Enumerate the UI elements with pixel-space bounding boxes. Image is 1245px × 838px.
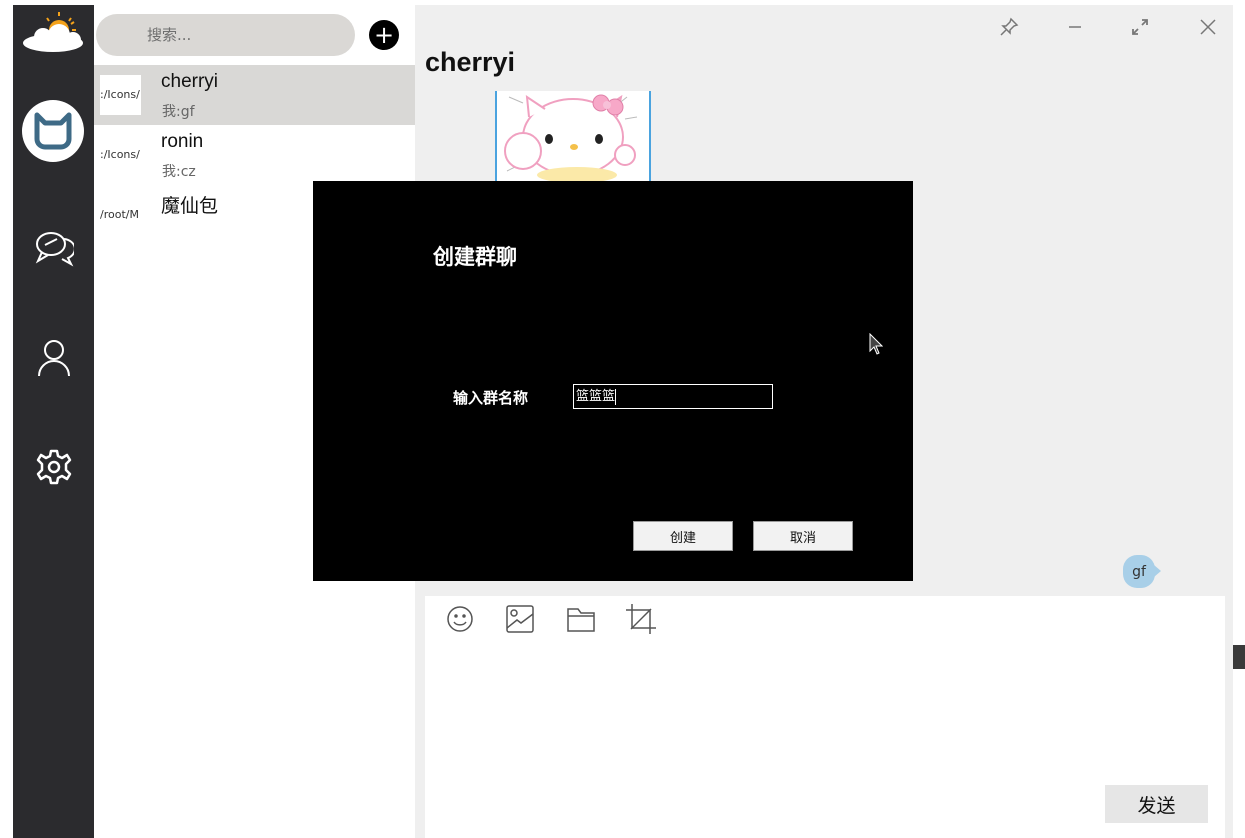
sidebar: [13, 5, 94, 838]
cancel-button[interactable]: 取消: [753, 521, 853, 551]
contact-name: cherryi: [161, 71, 219, 92]
add-button[interactable]: +: [369, 20, 399, 50]
emoji-icon[interactable]: [443, 602, 477, 636]
pin-icon[interactable]: [997, 15, 1021, 39]
contact-name: ronin: [161, 131, 204, 152]
contact-name: 魔仙包: [161, 196, 219, 217]
bubble-tail: [1154, 565, 1161, 577]
contact-avatar: :/Icons/: [100, 135, 141, 175]
minimize-icon[interactable]: [1063, 15, 1087, 39]
chat-icon[interactable]: [33, 227, 75, 269]
app-logo-icon: [34, 112, 72, 150]
dialog-title: 创建群聊: [433, 245, 517, 269]
crop-icon[interactable]: [624, 602, 658, 636]
text-caret: [615, 388, 617, 405]
scrollbar-handle[interactable]: [1233, 645, 1245, 669]
contact-preview: 我:gf: [162, 104, 195, 120]
message-bubble[interactable]: gf: [1123, 555, 1155, 588]
desktop-edge: [0, 0, 13, 838]
contact-avatar: /root/M: [100, 195, 141, 235]
settings-icon[interactable]: [33, 446, 75, 488]
image-icon[interactable]: [503, 602, 537, 636]
user-avatar[interactable]: [22, 100, 84, 162]
send-button[interactable]: 发送: [1105, 785, 1208, 823]
contacts-icon[interactable]: [33, 337, 75, 379]
group-name-label: 输入群名称: [453, 389, 529, 407]
folder-icon[interactable]: [564, 602, 598, 636]
contact-item[interactable]: :/Icons/ ronin 我:cz: [94, 125, 415, 185]
contact-avatar: :/Icons/: [100, 75, 141, 115]
create-group-dialog: 创建群聊 输入群名称 篮篮篮 创建 取消: [313, 181, 913, 581]
group-name-input[interactable]: 篮篮篮: [573, 384, 773, 409]
create-button[interactable]: 创建: [633, 521, 733, 551]
weather-logo-icon: [19, 10, 87, 54]
close-icon[interactable]: [1196, 15, 1220, 39]
maximize-icon[interactable]: [1128, 15, 1152, 39]
contact-item[interactable]: :/Icons/ cherryi 我:gf: [94, 65, 415, 125]
image-message[interactable]: [495, 91, 651, 183]
contact-preview: 我:cz: [162, 164, 196, 180]
search-input[interactable]: 搜索...: [96, 14, 355, 56]
mouse-cursor-icon: [869, 332, 884, 355]
kitty-sticker-icon: [504, 94, 638, 183]
group-name-value: 篮篮篮: [576, 389, 616, 404]
message-input-area[interactable]: 发送: [425, 596, 1225, 838]
chat-title: cherryi: [425, 47, 516, 77]
